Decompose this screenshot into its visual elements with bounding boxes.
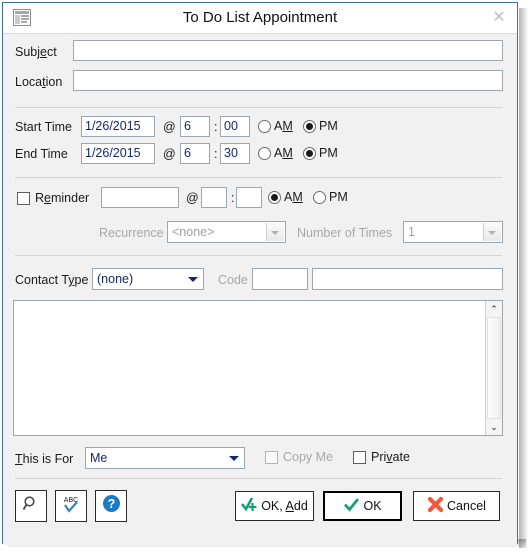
number-of-times-label: Number of Times (297, 226, 393, 240)
check-plus-icon (241, 496, 258, 516)
cancel-label: Cancel (447, 499, 486, 513)
divider-3 (15, 255, 502, 256)
reminder-colon: : (231, 191, 235, 205)
code-input[interactable] (252, 268, 308, 290)
end-am-radio[interactable] (258, 147, 271, 160)
end-pm-radio[interactable] (303, 147, 316, 160)
start-time-label: Start Time (15, 120, 72, 134)
reminder-checkbox[interactable] (17, 192, 30, 205)
reminder-hour-input[interactable] (201, 187, 227, 208)
appointment-dialog: To Do List Appointment ✕ Subject Locatio… (2, 2, 518, 545)
scroll-down-icon[interactable]: ⌄ (486, 419, 502, 435)
x-icon (427, 496, 444, 516)
reminder-pm-label: PM (329, 190, 348, 204)
divider-4 (15, 478, 502, 479)
dialog-body: Subject Location Start Time 1/26/2015 @ … (3, 34, 517, 545)
ok-button[interactable]: OK (323, 491, 402, 521)
chevron-down-icon-2 (483, 223, 501, 241)
recurrence-label: Recurrence (99, 226, 164, 240)
check-icon (343, 496, 360, 516)
end-minute-input[interactable]: 30 (220, 143, 250, 164)
notes-scrollbar[interactable]: ⌃ ⌄ (485, 301, 502, 435)
cancel-button[interactable]: Cancel (413, 491, 500, 521)
notes-textarea[interactable]: ⌃ ⌄ (13, 300, 503, 436)
help-icon: ? (102, 494, 121, 518)
code-name-input[interactable] (312, 268, 503, 290)
reminder-pm-radio[interactable] (313, 191, 326, 204)
copy-me-label: Copy Me (283, 450, 334, 464)
code-label: Code (218, 273, 248, 287)
contact-type-label: Contact Type (15, 273, 89, 287)
number-of-times-value: 1 (408, 225, 415, 239)
magnifier-icon (22, 495, 40, 518)
scrollbar-track[interactable] (487, 317, 501, 419)
ok-add-button[interactable]: OK, Add (235, 491, 314, 521)
chevron-down-icon-4 (229, 456, 239, 461)
contact-type-combo[interactable]: (none) (92, 268, 204, 290)
end-time-label: End Time (15, 147, 68, 161)
end-date-input[interactable]: 1/26/2015 (81, 143, 155, 164)
location-label: Location (15, 75, 63, 89)
start-minute-input[interactable]: 00 (220, 116, 250, 137)
scroll-up-icon[interactable]: ⌃ (486, 301, 502, 317)
number-of-times-combo[interactable]: 1 (403, 221, 503, 243)
search-button[interactable] (15, 490, 47, 522)
ok-label: OK (363, 499, 382, 513)
divider-2 (15, 177, 502, 178)
title-bar: To Do List Appointment ✕ (3, 3, 517, 34)
chevron-down-icon (266, 223, 284, 241)
ok-add-label: OK, Add (261, 499, 308, 513)
reminder-label: Reminder (35, 191, 90, 205)
copy-me-checkbox[interactable] (265, 451, 278, 464)
chevron-down-icon-3 (188, 277, 198, 282)
abc-spellcheck-icon: ABC (60, 493, 82, 520)
end-hour-input[interactable]: 6 (180, 143, 210, 164)
divider-1 (15, 107, 502, 108)
close-icon[interactable]: ✕ (487, 7, 511, 29)
shadow-right (519, 8, 528, 548)
end-colon: : (214, 147, 218, 161)
this-is-for-value: Me (90, 451, 108, 465)
private-checkbox[interactable] (353, 451, 366, 464)
spellcheck-button[interactable]: ABC (55, 490, 87, 522)
help-button[interactable]: ? (95, 490, 127, 522)
start-am-radio[interactable] (258, 120, 271, 133)
start-pm-radio[interactable] (303, 120, 316, 133)
reminder-am-radio[interactable] (268, 191, 281, 204)
reminder-date-input[interactable] (101, 187, 179, 208)
start-pm-label: PM (319, 119, 338, 133)
start-colon: : (214, 120, 218, 134)
end-am-label: AM (274, 146, 293, 160)
private-label: Private (371, 450, 410, 464)
end-at-symbol: @ (163, 147, 176, 161)
contact-type-value: (none) (97, 272, 134, 286)
this-is-for-combo[interactable]: Me (85, 447, 245, 469)
subject-input[interactable] (73, 40, 503, 61)
subject-label: Subject (15, 45, 57, 59)
start-date-input[interactable]: 1/26/2015 (81, 116, 155, 137)
window-title: To Do List Appointment (182, 9, 338, 26)
reminder-at-symbol: @ (186, 191, 199, 205)
this-is-for-label: This is For (15, 452, 74, 466)
location-input[interactable] (73, 70, 503, 91)
reminder-minute-input[interactable] (236, 187, 262, 208)
start-hour-input[interactable]: 6 (180, 116, 210, 137)
end-pm-label: PM (319, 146, 338, 160)
start-at-symbol: @ (163, 120, 176, 134)
recurrence-combo[interactable]: <none> (167, 221, 286, 243)
start-am-label: AM (274, 119, 293, 133)
reminder-am-label: AM (284, 190, 303, 204)
recurrence-value: <none> (172, 225, 215, 239)
svg-text:?: ? (107, 497, 115, 511)
